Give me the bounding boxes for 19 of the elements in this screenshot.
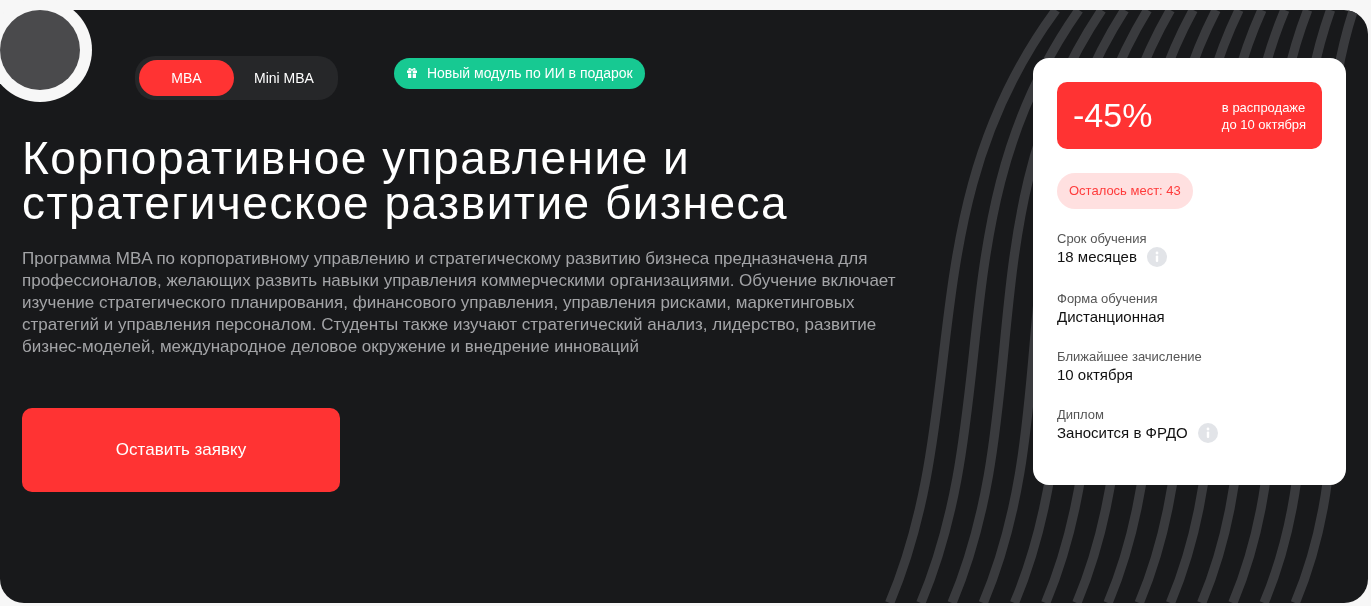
- fact-label: Ближайшее зачисление: [1057, 349, 1202, 365]
- program-tab[interactable]: Mini MBA: [234, 60, 334, 96]
- fact-value: Дистанционная: [1057, 307, 1165, 327]
- sale-deadline: в распродаже до 10 октября: [1221, 98, 1306, 133]
- program-tab[interactable]: MBA: [139, 60, 234, 96]
- discount-value: -45%: [1073, 96, 1153, 135]
- promo-text: Новый модуль по ИИ в подарок: [426, 65, 633, 81]
- fact-label: Форма обучения: [1057, 291, 1159, 307]
- gift-icon: [405, 67, 418, 79]
- seats-left-badge: Осталось мест: 43: [1057, 173, 1193, 209]
- fact-value: 18 месяцев: [1057, 247, 1137, 267]
- fact-value: 10 октября: [1057, 365, 1133, 385]
- apply-button[interactable]: Оставить заявку: [22, 408, 340, 492]
- info-icon[interactable]: [1146, 247, 1167, 267]
- fact-label: Диплом: [1057, 407, 1105, 423]
- fact-value: Заносится в ФРДО: [1057, 423, 1188, 443]
- program-description: Программа MBA по корпоративному управлению и стратегическому развитию бизнеса предназначена для профессионалов, желающих развить навыки управления коммерческими организациями. Обучение включает изучение стратегического планирования, финансового управления, управления рисками, маркетинговых стратегий и управления персоналом. Студенты также изучают стратегический анализ, лидерство, развитие бизнес-моделей, международное деловое окружение и внедрение инноваций: [22, 248, 897, 358]
- info-icon[interactable]: [1197, 423, 1218, 443]
- fact-label: Срок обучения: [1057, 231, 1148, 247]
